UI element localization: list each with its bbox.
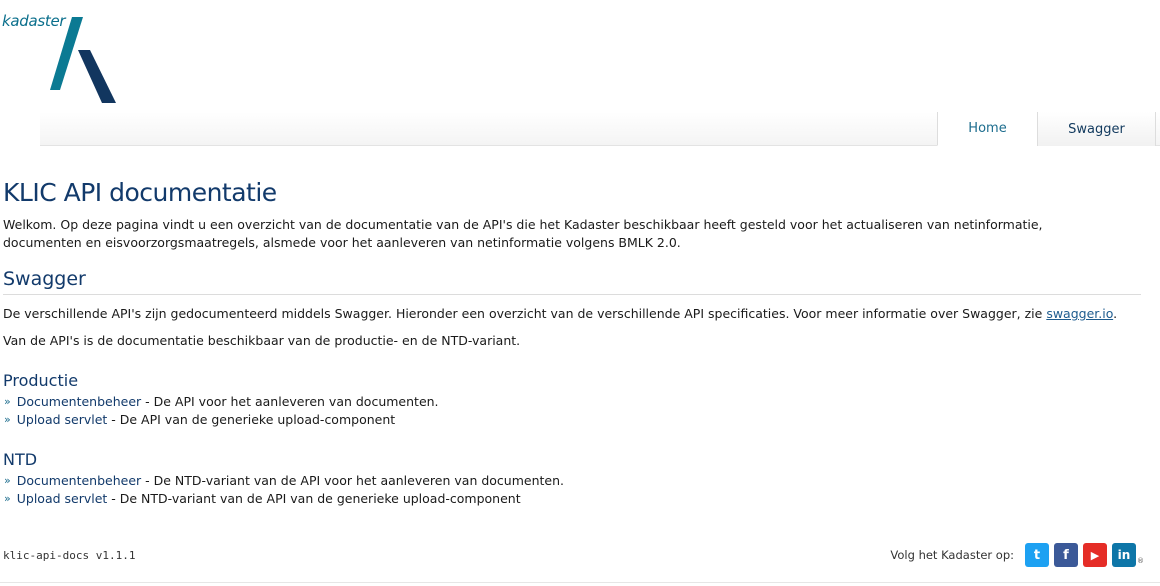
kadaster-logo[interactable]: kadaster bbox=[2, 12, 122, 107]
page-header: kadaster Home Swagger bbox=[0, 0, 1160, 146]
intro-paragraph: Welkom. Op deze pagina vindt u een overz… bbox=[3, 217, 1043, 250]
list-item-desc: - De NTD-variant van de API voor het aan… bbox=[141, 473, 564, 488]
swagger-heading: Swagger bbox=[3, 266, 1141, 295]
swagger-paragraph-end: . bbox=[1113, 306, 1118, 321]
swagger-paragraph-text: De verschillende API's zijn gedocumentee… bbox=[3, 306, 1047, 321]
productie-documentenbeheer-link[interactable]: Documentenbeheer bbox=[17, 393, 141, 411]
list-item: » Documentenbeheer - De API voor het aan… bbox=[3, 393, 1143, 411]
productie-list: » Documentenbeheer - De API voor het aan… bbox=[3, 393, 1143, 429]
main-content: KLIC API documentatie Welkom. Op deze pa… bbox=[3, 176, 1143, 508]
page-title: KLIC API documentatie bbox=[3, 178, 277, 207]
productie-upload-servlet-link[interactable]: Upload servlet bbox=[17, 411, 108, 429]
chevron-right-icon: » bbox=[4, 395, 11, 408]
variants-paragraph: Van de API's is de documentatie beschikb… bbox=[3, 333, 521, 348]
list-item: » Documentenbeheer - De NTD-variant van … bbox=[3, 472, 1143, 490]
ntd-heading: NTD bbox=[3, 450, 38, 469]
logo-text: kadaster bbox=[2, 12, 66, 30]
list-item-desc: - De NTD-variant van de API van de gener… bbox=[107, 491, 521, 506]
list-item: » Upload servlet - De API van de generie… bbox=[3, 411, 1143, 429]
twitter-icon[interactable]: t bbox=[1025, 543, 1049, 567]
productie-heading: Productie bbox=[3, 371, 79, 390]
footer-divider bbox=[0, 582, 1160, 583]
ntd-upload-servlet-link[interactable]: Upload servlet bbox=[17, 490, 108, 508]
tab-home-label: Home bbox=[968, 121, 1007, 136]
social-label: Volg het Kadaster op: bbox=[890, 548, 1014, 562]
social-links: Volg het Kadaster op: t f ▶ in ® bbox=[890, 543, 1144, 567]
version-label: klic-api-docs v1.1.1 bbox=[3, 549, 136, 562]
facebook-icon[interactable]: f bbox=[1054, 543, 1078, 567]
tab-home[interactable]: Home bbox=[937, 112, 1037, 146]
list-item: » Upload servlet - De NTD-variant van de… bbox=[3, 490, 1143, 508]
chevron-right-icon: » bbox=[4, 474, 11, 487]
registered-mark: ® bbox=[1137, 557, 1144, 565]
main-nav: Home Swagger bbox=[937, 112, 1156, 146]
linkedin-icon[interactable]: in bbox=[1112, 543, 1136, 567]
tab-swagger-label: Swagger bbox=[1068, 121, 1125, 137]
youtube-icon[interactable]: ▶ bbox=[1083, 543, 1107, 567]
swagger-io-link[interactable]: swagger.io bbox=[1046, 306, 1113, 321]
tab-swagger[interactable]: Swagger bbox=[1037, 112, 1156, 146]
swagger-paragraph: De verschillende API's zijn gedocumentee… bbox=[3, 305, 1143, 323]
ntd-list: » Documentenbeheer - De NTD-variant van … bbox=[3, 472, 1143, 508]
list-item-desc: - De API van de generieke upload-compone… bbox=[107, 412, 396, 427]
ntd-documentenbeheer-link[interactable]: Documentenbeheer bbox=[17, 472, 141, 490]
page-footer: klic-api-docs v1.1.1 Volg het Kadaster o… bbox=[0, 540, 1160, 586]
chevron-right-icon: » bbox=[4, 492, 11, 505]
chevron-right-icon: » bbox=[4, 413, 11, 426]
list-item-desc: - De API voor het aanleveren van documen… bbox=[141, 394, 439, 409]
